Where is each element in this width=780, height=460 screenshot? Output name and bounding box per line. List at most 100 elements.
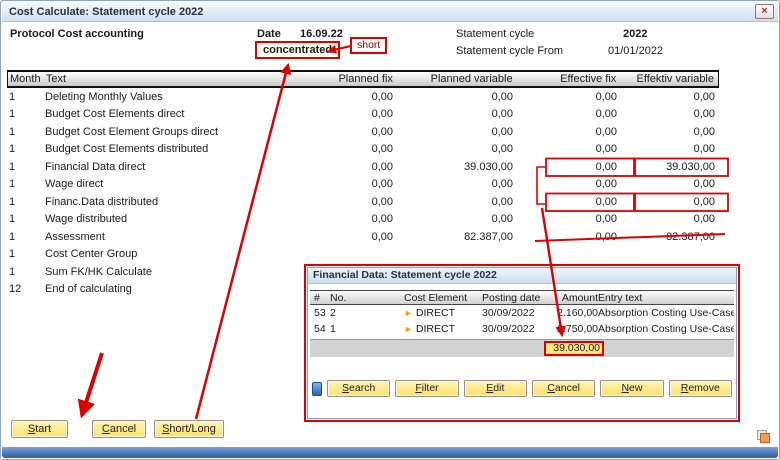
direct-arrow-icon: ►	[404, 308, 413, 318]
cell-text: Cost Center Group	[43, 248, 301, 260]
cell-effektiv-variable: 0,00	[623, 178, 719, 190]
cell-planned-fix: 0,00	[301, 161, 397, 173]
financial-data-buttons: Search Filter Edit Cancel New Remove	[312, 380, 732, 397]
table-header: Month Text Planned fix Planned variable …	[7, 70, 719, 88]
cost-element-value: DIRECT	[416, 307, 455, 319]
cell-planned-fix: 0,00	[301, 91, 397, 103]
cell-text: Budget Cost Elements direct	[43, 108, 301, 120]
cost-element-value: DIRECT	[416, 323, 455, 335]
search-button[interactable]: Search	[327, 380, 390, 397]
cell-text: Budget Cost Element Groups direct	[43, 126, 301, 138]
cell-planned-fix: 0,00	[301, 231, 397, 243]
cancel-overlay-button[interactable]: Cancel	[532, 380, 595, 397]
cell-effective-fix: 0,00	[517, 213, 623, 225]
financial-data-row[interactable]: 54 1 ► DIRECT 30/09/2022 2.750,00 Absorp…	[310, 321, 734, 337]
col-planned-variable: Planned variable	[397, 73, 517, 85]
resize-grip-icon[interactable]	[757, 430, 770, 443]
table-row: 1 Budget Cost Element Groups direct 0,00…	[7, 123, 719, 141]
short-long-button[interactable]: Short/Long	[154, 420, 224, 438]
cell-planned-variable: 0,00	[397, 91, 517, 103]
statement-cycle-value: 2022	[623, 28, 647, 40]
table-row: 1 Budget Cost Elements direct 0,00 0,00 …	[7, 106, 719, 124]
cell-effective-fix: 0,00	[517, 161, 623, 173]
cell-effective-fix: 0,00	[517, 108, 623, 120]
cell-text: Financial Data direct	[43, 161, 301, 173]
edit-button[interactable]: Edit	[464, 380, 527, 397]
cell-cost-element: ► DIRECT	[404, 307, 482, 319]
cell-planned-variable: 0,00	[397, 196, 517, 208]
financial-data-window: Financial Data: Statement cycle 2022 # N…	[307, 267, 737, 419]
title-bar: Cost Calculate: Statement cycle 2022 ×	[2, 2, 778, 22]
col-cost-element: Cost Element	[404, 292, 482, 304]
close-icon[interactable]: ×	[755, 4, 774, 19]
cell-text: Wage distributed	[43, 213, 301, 225]
direct-arrow-icon: ►	[404, 324, 413, 334]
cell-amount: 2.750,00	[552, 323, 598, 335]
cell-effektiv-variable: 82.387,00	[623, 231, 719, 243]
statement-cycle-label: Statement cycle	[456, 28, 534, 40]
col-effektiv-variable: Effektiv variable	[622, 73, 718, 85]
new-button[interactable]: New	[600, 380, 663, 397]
cell-effective-fix: 0,00	[517, 91, 623, 103]
cell-text: End of calculating	[43, 283, 301, 295]
table-row: 1 Wage distributed 0,00 0,00 0,00 0,00	[7, 211, 719, 229]
col-entry-text: Entry text	[598, 292, 734, 304]
annotation-short-label: short	[350, 37, 387, 54]
financial-data-row[interactable]: 53 2 ► DIRECT 30/09/2022 2.160,00 Absorp…	[310, 305, 734, 321]
cycle-from-value: 01/01/2022	[608, 45, 663, 57]
table-row-financ-data-distributed: 1 Financ.Data distributed 0,00 0,00 0,00…	[7, 193, 719, 211]
cell-planned-variable: 0,00	[397, 126, 517, 138]
sum-row: 39.030,00	[310, 339, 734, 357]
cell-month: 1	[7, 213, 43, 225]
cell-planned-variable: 0,00	[397, 143, 517, 155]
cell-effektiv-variable: 0,00	[623, 126, 719, 138]
cell-effektiv-variable: 0,00	[623, 143, 719, 155]
cell-month: 1	[7, 266, 43, 278]
col-amount: Amount	[552, 292, 598, 304]
cell-month: 1	[7, 108, 43, 120]
cell-effektiv-variable: 0,00	[623, 196, 719, 208]
cell-planned-fix: 0,00	[301, 178, 397, 190]
cell-text: Wage direct	[43, 178, 301, 190]
cycle-from-label: Statement cycle From	[456, 45, 563, 57]
cell-effective-fix: 0,00	[517, 196, 623, 208]
col-hash: #	[310, 292, 330, 304]
cell-effektiv-variable: 0,00	[623, 91, 719, 103]
col-month: Month	[8, 73, 44, 85]
cell-entry-text: Absorption Costing Use-Case	[598, 323, 734, 335]
cell-text: Budget Cost Elements distributed	[43, 143, 301, 155]
cell-effektiv-variable: 39.030,00	[623, 161, 719, 173]
cell-planned-variable: 82.387,00	[397, 231, 517, 243]
table-row: 1 Budget Cost Elements distributed 0,00 …	[7, 141, 719, 159]
table-row: 1 Cost Center Group	[7, 246, 719, 264]
table-row-assessment: 1 Assessment 0,00 82.387,00 0,00 82.387,…	[7, 228, 719, 246]
cell-planned-variable: 39.030,00	[397, 161, 517, 173]
app-icon	[312, 382, 322, 396]
cell-month: 1	[7, 231, 43, 243]
arrow-to-start-button	[82, 353, 102, 415]
financial-data-title: Financial Data: Statement cycle 2022	[308, 268, 736, 284]
cell-cost-element: ► DIRECT	[404, 323, 482, 335]
cell-effective-fix: 0,00	[517, 178, 623, 190]
cell-planned-fix: 0,00	[301, 143, 397, 155]
date-label: Date	[257, 28, 281, 40]
cell-id: 53	[310, 307, 330, 319]
remove-button[interactable]: Remove	[669, 380, 732, 397]
cell-amount: 2.160,00	[552, 307, 598, 319]
window-bottom-bar	[2, 447, 778, 458]
cell-month: 1	[7, 126, 43, 138]
cell-text: Sum FK/HK Calculate	[43, 266, 301, 278]
cell-effektiv-variable: 0,00	[623, 213, 719, 225]
cancel-button[interactable]: Cancel	[92, 420, 146, 438]
cell-effektiv-variable: 0,00	[623, 108, 719, 120]
cell-no: 1	[330, 323, 404, 335]
filter-button[interactable]: Filter	[395, 380, 458, 397]
cell-posting-date: 30/09/2022	[482, 307, 552, 319]
cell-planned-variable: 0,00	[397, 178, 517, 190]
mode-value: concentrated	[255, 41, 340, 59]
start-button[interactable]: Start	[11, 420, 68, 438]
cell-entry-text: Absorption Costing Use-Case	[598, 307, 734, 319]
col-effective-fix: Effective fix	[517, 73, 623, 85]
cell-month: 1	[7, 91, 43, 103]
cell-month: 12	[7, 283, 43, 295]
